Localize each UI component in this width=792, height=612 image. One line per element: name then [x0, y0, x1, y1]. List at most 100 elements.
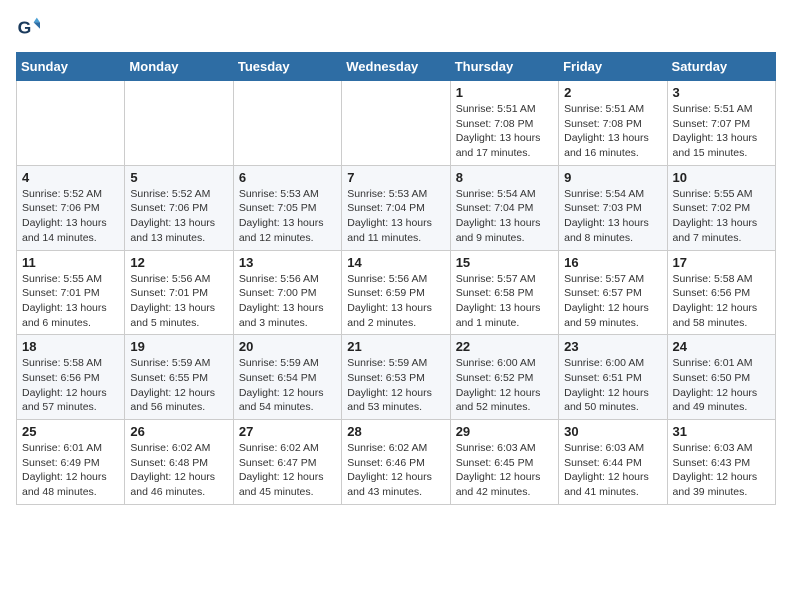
page-header: G [16, 16, 776, 40]
calendar-cell: 13 Sunrise: 5:56 AM Sunset: 7:00 PM Dayli… [233, 250, 341, 335]
day-info: Sunrise: 5:53 AM Sunset: 7:05 PM Dayligh… [239, 187, 336, 246]
day-info: Sunrise: 6:02 AM Sunset: 6:46 PM Dayligh… [347, 441, 444, 500]
day-number: 14 [347, 255, 444, 270]
day-number: 17 [673, 255, 770, 270]
calendar-cell: 2 Sunrise: 5:51 AM Sunset: 7:08 PM Daylig… [559, 81, 667, 166]
day-info: Sunrise: 5:51 AM Sunset: 7:07 PM Dayligh… [673, 102, 770, 161]
calendar-cell: 12 Sunrise: 5:56 AM Sunset: 7:01 PM Dayli… [125, 250, 233, 335]
day-info: Sunrise: 5:58 AM Sunset: 6:56 PM Dayligh… [22, 356, 119, 415]
calendar-cell: 15Sunrise: 5:57 AM Sunset: 6:58 PM Dayli… [450, 250, 558, 335]
weekday-header-sunday: Sunday [17, 53, 125, 81]
day-info: Sunrise: 6:01 AM Sunset: 6:49 PM Dayligh… [22, 441, 119, 500]
weekday-header-row: SundayMondayTuesdayWednesdayThursdayFrid… [17, 53, 776, 81]
calendar-cell: 8 Sunrise: 5:54 AM Sunset: 7:04 PM Daylig… [450, 165, 558, 250]
day-number: 1 [456, 85, 553, 100]
day-info: Sunrise: 6:03 AM Sunset: 6:43 PM Dayligh… [673, 441, 770, 500]
day-number: 8 [456, 170, 553, 185]
calendar-cell: 16 Sunrise: 5:57 AM Sunset: 6:57 PM Dayli… [559, 250, 667, 335]
calendar-cell: 24 Sunrise: 6:01 AM Sunset: 6:50 PM Dayli… [667, 335, 775, 420]
calendar-week-4: 18 Sunrise: 5:58 AM Sunset: 6:56 PM Dayli… [17, 335, 776, 420]
day-number: 3 [673, 85, 770, 100]
day-info: Sunrise: 6:02 AM Sunset: 6:47 PM Dayligh… [239, 441, 336, 500]
day-info: Sunrise: 5:53 AM Sunset: 7:04 PM Dayligh… [347, 187, 444, 246]
day-number: 29 [456, 424, 553, 439]
calendar-cell: 22 Sunrise: 6:00 AM Sunset: 6:52 PM Dayli… [450, 335, 558, 420]
calendar-week-1: 1 Sunrise: 5:51 AM Sunset: 7:08 PM Daylig… [17, 81, 776, 166]
day-number: 21 [347, 339, 444, 354]
calendar-cell: 14Sunrise: 5:56 AM Sunset: 6:59 PM Dayli… [342, 250, 450, 335]
day-number: 7 [347, 170, 444, 185]
day-info: Sunrise: 5:52 AM Sunset: 7:06 PM Dayligh… [22, 187, 119, 246]
calendar-cell [17, 81, 125, 166]
weekday-header-tuesday: Tuesday [233, 53, 341, 81]
weekday-header-thursday: Thursday [450, 53, 558, 81]
day-number: 13 [239, 255, 336, 270]
calendar-cell: 23Sunrise: 6:00 AM Sunset: 6:51 PM Dayli… [559, 335, 667, 420]
calendar-body: 1 Sunrise: 5:51 AM Sunset: 7:08 PM Daylig… [17, 81, 776, 505]
calendar-cell: 31 Sunrise: 6:03 AM Sunset: 6:43 PM Dayli… [667, 420, 775, 505]
day-number: 12 [130, 255, 227, 270]
day-number: 30 [564, 424, 661, 439]
day-number: 16 [564, 255, 661, 270]
day-info: Sunrise: 5:59 AM Sunset: 6:54 PM Dayligh… [239, 356, 336, 415]
day-number: 28 [347, 424, 444, 439]
day-number: 20 [239, 339, 336, 354]
day-info: Sunrise: 5:56 AM Sunset: 7:01 PM Dayligh… [130, 272, 227, 331]
weekday-header-wednesday: Wednesday [342, 53, 450, 81]
day-info: Sunrise: 6:01 AM Sunset: 6:50 PM Dayligh… [673, 356, 770, 415]
weekday-header-monday: Monday [125, 53, 233, 81]
calendar-table: SundayMondayTuesdayWednesdayThursdayFrid… [16, 52, 776, 505]
day-number: 19 [130, 339, 227, 354]
calendar-week-5: 25Sunrise: 6:01 AM Sunset: 6:49 PM Dayli… [17, 420, 776, 505]
day-number: 26 [130, 424, 227, 439]
day-number: 9 [564, 170, 661, 185]
day-info: Sunrise: 6:02 AM Sunset: 6:48 PM Dayligh… [130, 441, 227, 500]
calendar-cell: 3 Sunrise: 5:51 AM Sunset: 7:07 PM Daylig… [667, 81, 775, 166]
logo: G [16, 16, 44, 40]
calendar-cell: 7 Sunrise: 5:53 AM Sunset: 7:04 PM Daylig… [342, 165, 450, 250]
calendar-cell [342, 81, 450, 166]
weekday-header-saturday: Saturday [667, 53, 775, 81]
calendar-cell: 30Sunrise: 6:03 AM Sunset: 6:44 PM Dayli… [559, 420, 667, 505]
day-number: 4 [22, 170, 119, 185]
day-number: 2 [564, 85, 661, 100]
day-info: Sunrise: 5:59 AM Sunset: 6:53 PM Dayligh… [347, 356, 444, 415]
calendar-header: SundayMondayTuesdayWednesdayThursdayFrid… [17, 53, 776, 81]
calendar-week-2: 4 Sunrise: 5:52 AM Sunset: 7:06 PM Daylig… [17, 165, 776, 250]
calendar-cell: 17 Sunrise: 5:58 AM Sunset: 6:56 PM Dayli… [667, 250, 775, 335]
calendar-cell: 21 Sunrise: 5:59 AM Sunset: 6:53 PM Dayli… [342, 335, 450, 420]
day-number: 27 [239, 424, 336, 439]
svg-text:G: G [18, 18, 32, 38]
calendar-week-3: 11 Sunrise: 5:55 AM Sunset: 7:01 PM Dayli… [17, 250, 776, 335]
logo-icon: G [16, 16, 40, 40]
calendar-cell: 4 Sunrise: 5:52 AM Sunset: 7:06 PM Daylig… [17, 165, 125, 250]
calendar-cell: 27 Sunrise: 6:02 AM Sunset: 6:47 PM Dayli… [233, 420, 341, 505]
calendar-cell: 25Sunrise: 6:01 AM Sunset: 6:49 PM Dayli… [17, 420, 125, 505]
day-number: 31 [673, 424, 770, 439]
day-info: Sunrise: 5:54 AM Sunset: 7:04 PM Dayligh… [456, 187, 553, 246]
day-number: 18 [22, 339, 119, 354]
calendar-cell: 28 Sunrise: 6:02 AM Sunset: 6:46 PM Dayli… [342, 420, 450, 505]
day-info: Sunrise: 5:52 AM Sunset: 7:06 PM Dayligh… [130, 187, 227, 246]
day-info: Sunrise: 5:51 AM Sunset: 7:08 PM Dayligh… [456, 102, 553, 161]
day-number: 15 [456, 255, 553, 270]
day-info: Sunrise: 5:51 AM Sunset: 7:08 PM Dayligh… [564, 102, 661, 161]
calendar-cell: 18 Sunrise: 5:58 AM Sunset: 6:56 PM Dayli… [17, 335, 125, 420]
calendar-cell: 1 Sunrise: 5:51 AM Sunset: 7:08 PM Daylig… [450, 81, 558, 166]
day-number: 23 [564, 339, 661, 354]
day-info: Sunrise: 5:55 AM Sunset: 7:02 PM Dayligh… [673, 187, 770, 246]
day-number: 11 [22, 255, 119, 270]
day-info: Sunrise: 6:00 AM Sunset: 6:52 PM Dayligh… [456, 356, 553, 415]
day-number: 24 [673, 339, 770, 354]
day-info: Sunrise: 6:03 AM Sunset: 6:45 PM Dayligh… [456, 441, 553, 500]
weekday-header-friday: Friday [559, 53, 667, 81]
day-info: Sunrise: 5:58 AM Sunset: 6:56 PM Dayligh… [673, 272, 770, 331]
calendar-cell: 6Sunrise: 5:53 AM Sunset: 7:05 PM Daylig… [233, 165, 341, 250]
day-info: Sunrise: 5:55 AM Sunset: 7:01 PM Dayligh… [22, 272, 119, 331]
day-info: Sunrise: 5:57 AM Sunset: 6:57 PM Dayligh… [564, 272, 661, 331]
day-number: 10 [673, 170, 770, 185]
day-info: Sunrise: 5:56 AM Sunset: 7:00 PM Dayligh… [239, 272, 336, 331]
day-number: 5 [130, 170, 227, 185]
calendar-cell: 19Sunrise: 5:59 AM Sunset: 6:55 PM Dayli… [125, 335, 233, 420]
day-number: 22 [456, 339, 553, 354]
